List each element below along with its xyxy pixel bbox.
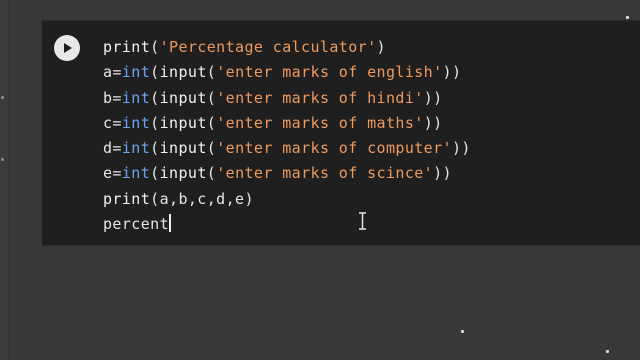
code-token: ( — [150, 113, 160, 132]
code-token: ( — [206, 88, 217, 107]
code-token: input — [159, 113, 207, 132]
code-token: print — [103, 38, 151, 56]
text-caret — [169, 214, 172, 233]
screen-artifact-dot — [626, 16, 629, 19]
code-token: ( — [150, 63, 160, 82]
code-token: 'enter marks of maths' — [216, 113, 424, 132]
code-token: int — [121, 113, 151, 132]
code-token: 'enter marks of english' — [216, 63, 443, 82]
code-line[interactable]: percent — [103, 212, 471, 237]
code-token: )) — [423, 88, 443, 107]
code-token: )) — [423, 113, 443, 132]
text-cursor-icon — [359, 212, 366, 230]
code-line[interactable]: a=int(input('enter marks of english')) — [103, 60, 471, 85]
screen-artifact-dot — [606, 350, 609, 353]
code-token: ( — [150, 88, 160, 107]
code-line[interactable]: e=int(input('enter marks of scince')) — [103, 161, 471, 186]
code-token: ( — [150, 139, 160, 158]
code-line[interactable]: print('Percentage calculator') — [103, 35, 471, 60]
code-token: input — [159, 139, 207, 158]
code-token: c= — [103, 113, 122, 132]
code-token: )) — [433, 164, 452, 183]
gutter-marker — [1, 96, 4, 99]
code-token: ( — [206, 63, 217, 82]
screen-artifact-dot — [461, 330, 464, 333]
code-token: percent — [103, 215, 170, 234]
code-token: print — [103, 189, 151, 208]
code-token: 'enter marks of computer' — [216, 139, 452, 158]
notebook-page: print('Percentage calculator') a=int(inpu… — [0, 0, 640, 360]
code-token: 'Percentage calculator' — [159, 38, 377, 56]
code-token: ( — [206, 113, 217, 132]
code-token: ( — [150, 38, 160, 56]
code-cell[interactable]: print('Percentage calculator') a=int(inpu… — [42, 20, 640, 246]
code-token: ( — [206, 164, 217, 183]
code-line[interactable]: c=int(input('enter marks of maths')) — [103, 111, 471, 136]
code-token: ( — [150, 164, 160, 183]
play-icon — [64, 43, 72, 53]
code-token: input — [159, 88, 207, 107]
code-token: int — [121, 63, 151, 82]
code-token: a= — [103, 63, 122, 82]
cell-run-gutter — [42, 21, 94, 245]
code-line[interactable]: d=int(input('enter marks of computer')) — [103, 136, 471, 161]
code-token: int — [121, 139, 151, 158]
run-cell-button[interactable] — [54, 35, 80, 61]
code-token: b= — [103, 88, 122, 107]
code-token: 'enter marks of scince' — [216, 164, 434, 183]
code-token: d= — [103, 139, 122, 158]
code-token: int — [121, 88, 151, 107]
code-token: ) — [376, 38, 386, 56]
code-token: )) — [451, 139, 471, 158]
left-side-panel-edge[interactable] — [0, 0, 9, 360]
gutter-marker — [1, 158, 4, 161]
code-token: input — [159, 63, 207, 82]
code-editor[interactable]: print('Percentage calculator') a=int(inpu… — [103, 35, 471, 237]
code-token: )) — [442, 63, 462, 82]
code-token: 'enter marks of hindi' — [216, 88, 424, 107]
code-token: input — [159, 164, 207, 183]
code-token: (a,b,c,d,e) — [150, 189, 254, 208]
code-token: e= — [103, 164, 122, 183]
code-token: ( — [206, 139, 217, 158]
code-token: int — [121, 164, 151, 183]
code-line[interactable]: print(a,b,c,d,e) — [103, 187, 471, 212]
code-line[interactable]: b=int(input('enter marks of hindi')) — [103, 86, 471, 111]
